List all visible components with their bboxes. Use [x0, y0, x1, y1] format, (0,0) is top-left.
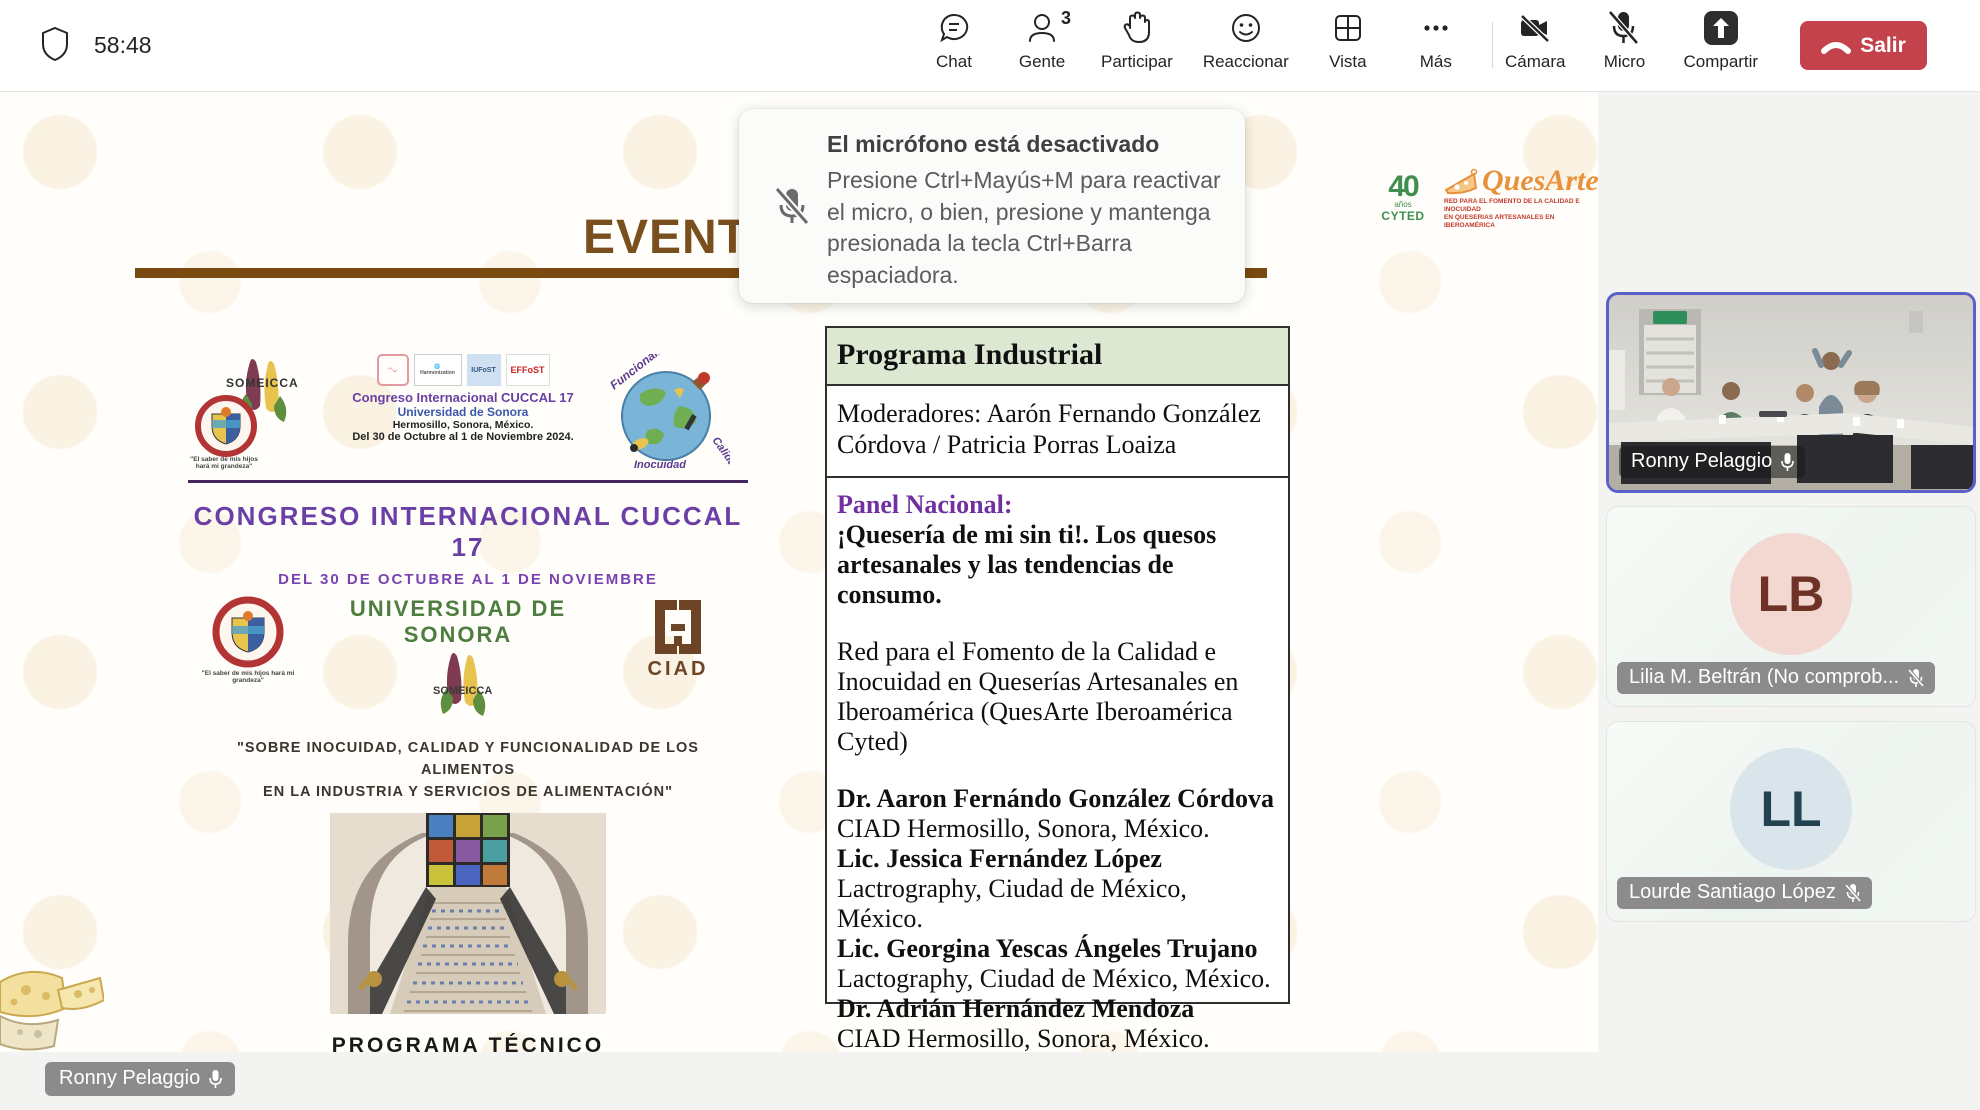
- chat-icon: [937, 11, 971, 45]
- mic-on-icon: [208, 1069, 223, 1089]
- participant-name-tag: Ronny Pelaggio: [1619, 446, 1805, 478]
- camera-off-icon: [1516, 11, 1554, 45]
- mic-muted-icon: [1907, 668, 1925, 688]
- tooltip-title: El micrófono está desactivado: [827, 131, 1225, 158]
- effost-logo: EFFoST: [506, 354, 550, 386]
- smiley-icon: [1229, 11, 1263, 45]
- poster-quote: "Sobre Inocuidad, Calidad y Funcionalida…: [188, 737, 748, 803]
- cheese-illustration: [0, 938, 104, 1052]
- mic-button[interactable]: Micro: [1595, 8, 1653, 72]
- table-moderators: Moderadores: Aarón Fernando González Cór…: [827, 386, 1288, 478]
- leave-button[interactable]: Salir: [1800, 21, 1927, 70]
- panel-subtitle: ¡Quesería de mi sin ti!. Los quesos arte…: [837, 520, 1278, 610]
- mic-on-icon: [1780, 452, 1795, 472]
- participant-name-tag: Lilia M. Beltrán (No comprob...: [1617, 662, 1935, 694]
- table-header: Programa Industrial: [827, 328, 1288, 386]
- meeting-timer: 58:48: [94, 32, 152, 59]
- mic-off-icon: [1607, 9, 1641, 47]
- seal-motto: "El saber de mis hijos hará mi grandeza": [190, 456, 258, 470]
- someicca-center-label: SOMEICCA: [433, 685, 492, 697]
- someicca-label: SOMEICCA: [226, 376, 299, 390]
- quesarte-tagline-1: RED PARA EL FOMENTO DE LA CALIDAD E INOC…: [1444, 198, 1598, 214]
- congress-poster: SOMEICCA "El saber de mis hijos hará mi …: [188, 354, 748, 1052]
- people-count-badge: 3: [1061, 8, 1071, 29]
- react-button[interactable]: Reaccionar: [1203, 8, 1289, 72]
- university-seal-large: [212, 596, 284, 668]
- more-button[interactable]: Más: [1407, 8, 1465, 72]
- speaker-row: Lic. Georgina Yescas Ángeles Trujano Lac…: [837, 934, 1278, 994]
- university-seal: [198, 398, 254, 454]
- quesarte-wordmark: QuesArte: [1482, 166, 1598, 196]
- mic-muted-icon: [1844, 883, 1862, 903]
- poster-header-line1: Congreso Internacional CUCCAL 17: [338, 390, 588, 405]
- people-button[interactable]: 3 Gente: [1013, 8, 1071, 72]
- quesarte-logo: QuesArte RED PARA EL FOMENTO DE LA CALID…: [1444, 166, 1598, 230]
- poster-divider-top: [188, 480, 748, 483]
- speaker-row: Dr. Aaron Fernándo González Córdova CIAD…: [837, 784, 1278, 844]
- panel-network: Red para el Fomento de la Calidad e Inoc…: [837, 637, 1278, 757]
- ellipsis-icon: [1419, 11, 1453, 45]
- poster-header-line2: Universidad de Sonora: [338, 405, 588, 419]
- poster-header-line4: Del 30 de Octubre al 1 de Noviembre 2024…: [338, 431, 588, 443]
- raise-hand-icon: [1121, 10, 1153, 46]
- poster-university: Universidad de Sonora: [308, 596, 608, 648]
- chat-button[interactable]: Chat: [925, 8, 983, 72]
- poster-congress-title: Congreso Internacional CUCCAL 17: [188, 501, 748, 563]
- mic-muted-icon: [773, 185, 811, 227]
- speaker-row: Dr. Adrián Hernández Mendoza CIAD Hermos…: [837, 994, 1278, 1052]
- staircase-photo: [330, 813, 606, 1014]
- poster-header-line3: Hermosillo, Sonora, México.: [338, 419, 588, 431]
- slide-title: EVENT: [583, 210, 748, 265]
- slide-logo-row: 40 años CYTED QuesArte RED PARA EL FOMEN…: [1372, 166, 1598, 230]
- panel-nacional-title: Panel Nacional:: [837, 490, 1278, 520]
- corn-logo-center: SOMEICCA: [423, 652, 493, 718]
- cheese-wedge-icon: [1444, 166, 1478, 196]
- ciad-logo: [647, 596, 709, 658]
- iufost-logo: IUFoST: [467, 354, 501, 386]
- meeting-window: EVENT 40 años CYTED QuesArte RE: [0, 0, 1980, 1110]
- speaker-row: Lic. Jessica Fernández López Lactrograph…: [837, 844, 1278, 934]
- participant-tile-lourde[interactable]: LL Lourde Santiago López: [1606, 721, 1976, 922]
- participant-tile-lilia[interactable]: LB Lilia M. Beltrán (No comprob...: [1606, 506, 1976, 707]
- participant-tile-ronny[interactable]: Ronny Pelaggio: [1606, 292, 1976, 493]
- toolbar-divider: [1492, 22, 1493, 68]
- self-name-tag: Ronny Pelaggio: [45, 1062, 235, 1096]
- table-body: Panel Nacional: ¡Quesería de mi sin ti!.…: [827, 478, 1288, 1052]
- share-screen-icon: [1702, 9, 1740, 47]
- tooltip-body: Presione Ctrl+Mayús+M para reactivar el …: [827, 165, 1225, 291]
- camera-button[interactable]: Cámara: [1505, 8, 1565, 72]
- globe-label-right: Calidad: [710, 435, 730, 474]
- avatar: LB: [1730, 533, 1852, 655]
- grid-view-icon: [1332, 12, 1364, 44]
- globe-label-bottom: Inocuidad: [634, 459, 686, 471]
- mic-muted-tooltip: El micrófono está desactivado Presione C…: [739, 109, 1245, 303]
- shield-icon[interactable]: [40, 26, 70, 62]
- meeting-toolbar: 58:48 Chat 3 Gente: [0, 0, 1980, 92]
- raise-hand-button[interactable]: Participar: [1101, 8, 1173, 72]
- view-button[interactable]: Vista: [1319, 8, 1377, 72]
- quesarte-tagline-2: EN QUESERIAS ARTESANALES EN IBEROAMÉRICA: [1444, 214, 1598, 230]
- poster-program-label: Programa Técnico: [188, 1034, 748, 1052]
- share-button[interactable]: Compartir: [1683, 8, 1758, 72]
- participant-name-tag: Lourde Santiago López: [1617, 877, 1872, 909]
- seal-motto-2: "El saber de mis hijos hará mi grandeza": [188, 670, 308, 684]
- hangup-icon: [1821, 38, 1851, 54]
- partner-logos-row: ◠◡ 🌐Harmonization IUFoST EFFoST: [338, 354, 588, 386]
- cyted-40-logo: 40 años CYTED: [1372, 174, 1434, 223]
- poster-dates: Del 30 de Octubre al 1 de Noviembre: [188, 571, 748, 588]
- people-icon: [1027, 11, 1057, 45]
- cijedc-logo: ◠◡: [377, 354, 409, 386]
- programa-industrial-table: Programa Industrial Moderadores: Aarón F…: [825, 326, 1290, 1004]
- harmonization-logo: 🌐Harmonization: [414, 354, 462, 386]
- avatar: LL: [1730, 748, 1852, 870]
- globe-logo: Funcionalidad Calidad Inocuidad: [596, 354, 730, 474]
- ciad-wordmark: CIAD: [648, 658, 709, 681]
- someicca-seal-logos: [188, 354, 338, 472]
